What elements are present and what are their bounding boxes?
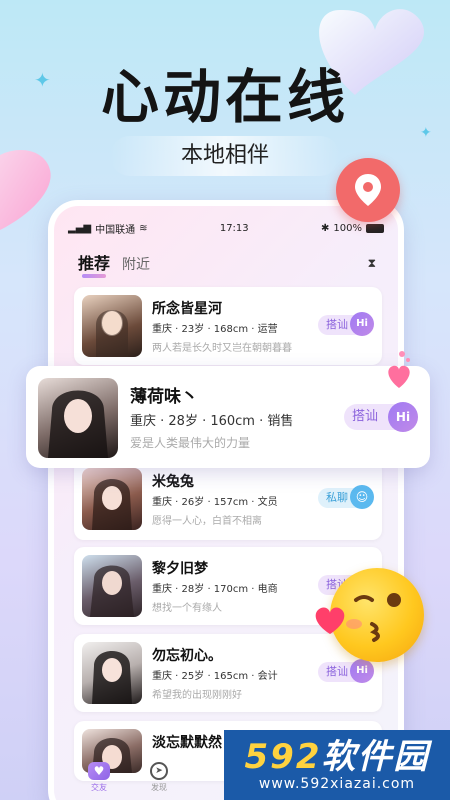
heart-icon [388,351,410,388]
user-bio: 爱是人类最伟大的力量 [130,436,251,450]
wifi-icon: ≋ [139,222,148,234]
watermark-logo: 592软件园 www.592xiazai.com [224,730,450,800]
carrier-label: 中国联通 [95,224,136,236]
private-chat-button[interactable]: 私聊 ☺ [318,485,374,509]
nav-discover-label: 发现 [151,783,167,792]
user-bio: 想找一个有缘人 [152,603,222,614]
tab-nearby[interactable]: 附近 [122,254,150,274]
greet-button[interactable]: 搭讪 Hi [318,312,374,336]
hi-icon: Hi [350,659,374,683]
chat-bubble-icon: ☺ [350,485,374,509]
private-chat-label: 私聊 [326,491,348,504]
user-meta: 重庆 · 28岁 · 160cm · 销售 [130,414,294,429]
watermark-title: 592软件园 [245,738,430,776]
nav-friends-label: 交友 [91,783,107,792]
featured-user-card[interactable]: 薄荷味丶 重庆 · 28岁 · 160cm · 销售 爱是人类最伟大的力量 搭讪… [26,366,430,468]
hi-icon: Hi [388,402,418,432]
user-meta: 重庆 · 23岁 · 168cm · 运营 [152,324,278,335]
greet-button-label: 搭讪 [326,665,348,678]
bluetooth-icon: ✱ [321,222,330,234]
avatar [38,378,118,458]
battery-icon [366,223,384,233]
watermark-number: 592 [244,737,322,777]
user-name: 勿忘初心。 [152,648,222,664]
watermark-text: 软件园 [321,737,430,777]
compass-icon: ➤ [150,762,168,780]
user-name: 薄荷味丶 [130,387,198,407]
avatar [82,468,142,530]
user-name: 所念皆星河 [152,301,222,317]
location-icon [336,158,400,222]
user-meta: 重庆 · 26岁 · 157cm · 文员 [152,497,278,508]
greet-button[interactable]: 搭讪 Hi [344,402,418,432]
hi-icon: Hi [350,312,374,336]
hero-title: 心动在线 [100,63,349,131]
tab-bar: 推荐 附近 [78,250,150,278]
tab-recommend[interactable]: 推荐 [78,250,110,278]
user-name: 黎夕旧梦 [152,561,208,577]
list-item[interactable]: 所念皆星河 重庆 · 23岁 · 168cm · 运营 两人若是长久时又岂在朝朝… [74,287,382,365]
user-bio: 希望我的出现刚刚好 [152,690,242,701]
hero-subtitle: 本地相伴 [110,136,340,176]
greet-button-label: 搭讪 [352,409,379,424]
battery-label: 100% [333,222,362,234]
signal-icon: ▂▄▆ [68,222,92,234]
user-meta: 重庆 · 25岁 · 165cm · 会计 [152,671,278,682]
greet-button-label: 搭讪 [326,318,348,331]
status-bar: ▂▄▆ 中国联通 ≋ 17:13 ✱ 100% [68,220,384,236]
user-meta: 重庆 · 28岁 · 170cm · 电商 [152,584,278,595]
user-name: 淡忘默默然 [152,735,222,751]
avatar [82,295,142,357]
nav-discover[interactable]: ➤ 发现 [150,762,168,800]
list-item[interactable]: 米兔兔 重庆 · 26岁 · 157cm · 文员 愿得一人心，白首不相离 私聊… [74,460,382,540]
filter-icon[interactable]: ⧗ [368,256,376,271]
heart-nav-icon: ♥ [88,762,110,780]
avatar [82,555,142,617]
clock: 17:13 [219,222,249,234]
avatar [82,642,142,704]
nav-friends[interactable]: ♥ 交友 [88,762,110,800]
greet-button[interactable]: 搭讪 Hi [318,659,374,683]
user-bio: 两人若是长久时又岂在朝朝暮暮 [152,343,292,354]
user-name: 米兔兔 [152,474,194,490]
watermark-url: www.592xiazai.com [258,776,416,792]
heart-icon [315,607,345,634]
user-bio: 愿得一人心，白首不相离 [152,516,262,527]
